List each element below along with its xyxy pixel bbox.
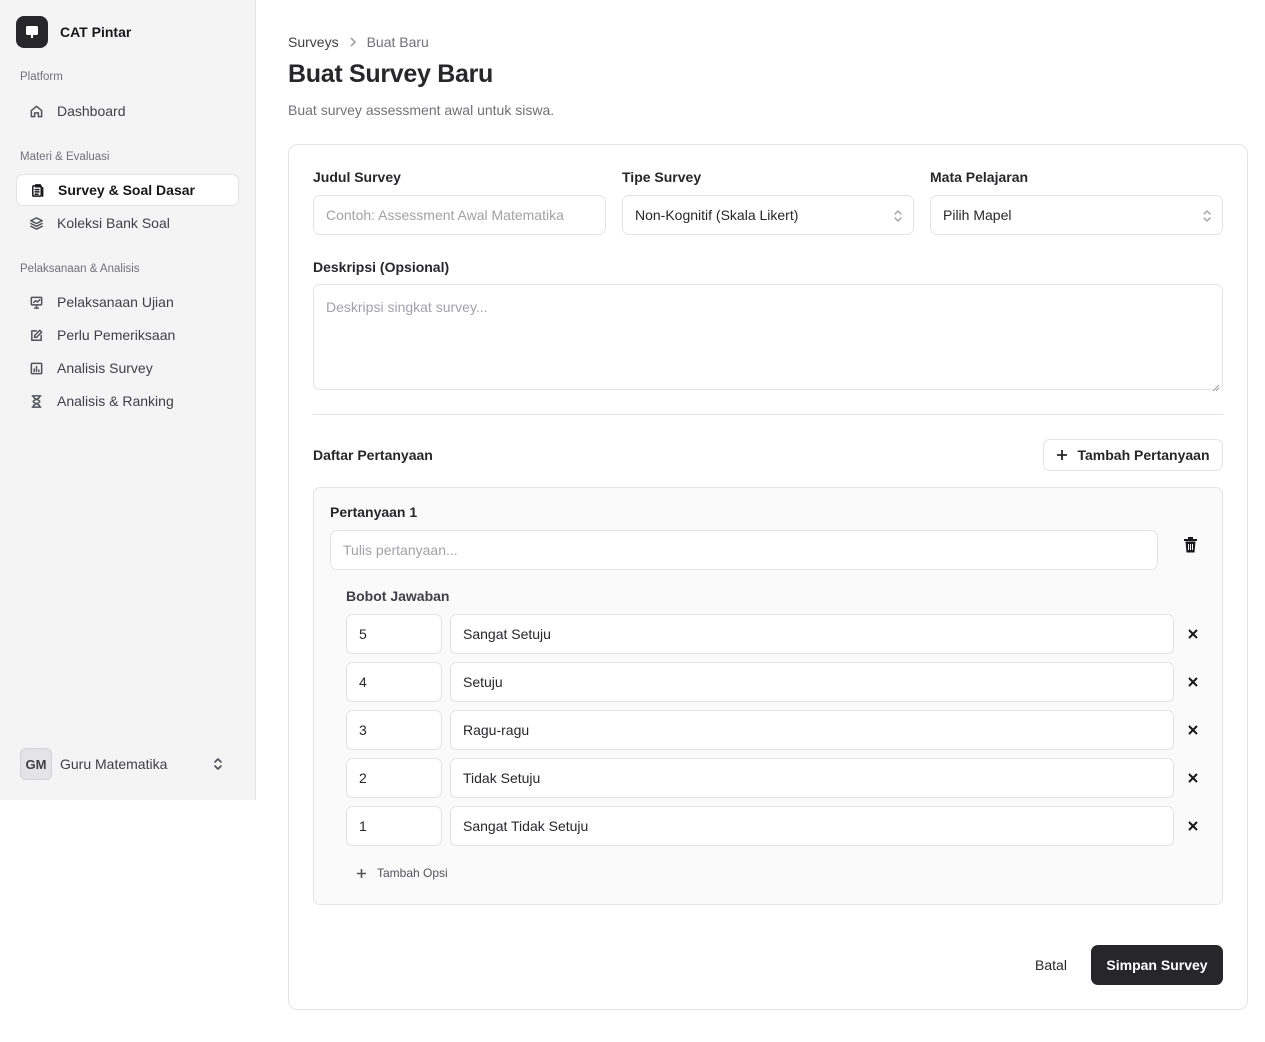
title-input[interactable] [326,207,593,223]
sidebar: CAT Pintar Platform Dashboard Materi & E… [0,0,256,800]
trash-icon[interactable] [1180,534,1200,556]
sidebar-item-bank-soal[interactable]: Koleksi Bank Soal [16,207,239,239]
question-input[interactable] [343,542,1145,558]
option-weight-input[interactable]: 3 [346,710,442,750]
option-weight-input[interactable]: 2 [346,758,442,798]
resize-handle-icon[interactable] [1212,379,1220,392]
breadcrumb-current: Buat Baru [366,34,429,50]
cancel-button[interactable]: Batal [1019,946,1083,984]
option-row: 3 Ragu-ragu [346,710,1202,750]
sidebar-item-analisis-ranking[interactable]: Analisis & Ranking [16,385,239,417]
option-text-input[interactable]: Ragu-ragu [450,710,1174,750]
plus-icon [357,868,366,878]
sidebar-item-label: Pelaksanaan Ujian [57,294,174,310]
close-icon[interactable] [1186,819,1200,833]
sidebar-item-label: Analisis Survey [57,360,153,376]
group-label-platform: Platform [20,71,63,83]
group-label-pelaksanaan: Pelaksanaan & Analisis [20,263,140,275]
user-name: Guru Matematika [60,756,168,772]
option-row: 5 Sangat Setuju [346,614,1202,654]
chevron-right-icon [348,37,358,47]
subject-select-value: Pilih Mapel [943,207,1012,223]
weights-label: Bobot Jawaban [346,588,450,604]
description-label: Deskripsi (Opsional) [313,259,450,275]
option-text-input[interactable]: Sangat Setuju [450,614,1174,654]
sidebar-item-survey[interactable]: Survey & Soal Dasar [16,174,239,206]
title-field[interactable] [313,195,606,235]
option-weight-input[interactable]: 5 [346,614,442,654]
brand-title: CAT Pintar [60,24,132,40]
breadcrumb-link-surveys[interactable]: Surveys [288,34,339,50]
question-label: Pertanyaan 1 [330,504,418,520]
option-text-input[interactable]: Sangat Tidak Setuju [450,806,1174,846]
question-card: Pertanyaan 1 Bobot Jawaban 5 Sangat Setu… [313,487,1223,905]
description-input[interactable] [326,299,1210,375]
plus-icon [1057,450,1068,460]
sidebar-item-label: Survey & Soal Dasar [58,182,195,198]
group-label-materi: Materi & Evaluasi [20,151,110,163]
brand[interactable]: CAT Pintar [16,16,131,48]
sidebar-item-pelaksanaan-ujian[interactable]: Pelaksanaan Ujian [16,286,239,318]
option-weight-input[interactable]: 1 [346,806,442,846]
option-text-input[interactable]: Tidak Setuju [450,758,1174,798]
sidebar-item-label: Analisis & Ranking [57,393,174,409]
avatar: GM [20,748,52,780]
subject-label: Mata Pelajaran [930,169,1029,185]
title-label: Judul Survey [313,169,401,185]
sidebar-item-label: Koleksi Bank Soal [57,215,170,231]
description-field[interactable] [313,284,1223,392]
sidebar-item-dashboard[interactable]: Dashboard [16,95,239,127]
divider [313,414,1223,415]
clipboard-icon [29,182,45,198]
layers-icon [28,215,44,231]
sidebar-item-perlu-pemeriksaan[interactable]: Perlu Pemeriksaan [16,319,239,351]
type-select[interactable]: Non-Kognitif (Skala Likert) [622,195,914,235]
close-icon[interactable] [1186,723,1200,737]
add-question-label: Tambah Pertanyaan [1077,447,1210,463]
save-survey-button[interactable]: Simpan Survey [1091,945,1223,985]
chevrons-up-down-icon [1202,208,1212,227]
option-row: 2 Tidak Setuju [346,758,1202,798]
questions-section-title: Daftar Pertanyaan [313,447,433,463]
edit-icon [28,327,44,343]
page-subtitle: Buat survey assessment awal untuk siswa. [288,102,555,118]
add-question-button[interactable]: Tambah Pertanyaan [1043,439,1223,471]
monitor-icon [16,16,48,48]
sidebar-item-label: Dashboard [57,103,126,119]
subject-select[interactable]: Pilih Mapel [930,195,1223,235]
question-field[interactable] [330,530,1158,570]
presentation-icon [28,294,44,310]
option-row: 1 Sangat Tidak Setuju [346,806,1202,846]
option-text-input[interactable]: Setuju [450,662,1174,702]
sidebar-item-label: Perlu Pemeriksaan [57,327,176,343]
breadcrumb: Surveys Buat Baru [288,34,429,50]
page-title: Buat Survey Baru [288,60,493,88]
close-icon[interactable] [1186,771,1200,785]
chevrons-up-down-icon [212,756,224,775]
hourglass-icon [28,393,44,409]
chevrons-up-down-icon [893,208,903,227]
survey-form-card: Judul Survey Tipe Survey Non-Kognitif (S… [288,144,1248,1010]
bar-chart-icon [28,360,44,376]
home-icon [28,103,44,119]
type-label: Tipe Survey [622,169,702,185]
option-weight-input[interactable]: 4 [346,662,442,702]
type-select-value: Non-Kognitif (Skala Likert) [635,207,799,223]
close-icon[interactable] [1186,627,1200,641]
user-menu[interactable]: GM Guru Matematika [20,748,236,780]
add-option-label: Tambah Opsi [377,866,448,880]
add-option-button[interactable]: Tambah Opsi [356,866,448,880]
close-icon[interactable] [1186,675,1200,689]
option-row: 4 Setuju [346,662,1202,702]
sidebar-item-analisis-survey[interactable]: Analisis Survey [16,352,239,384]
